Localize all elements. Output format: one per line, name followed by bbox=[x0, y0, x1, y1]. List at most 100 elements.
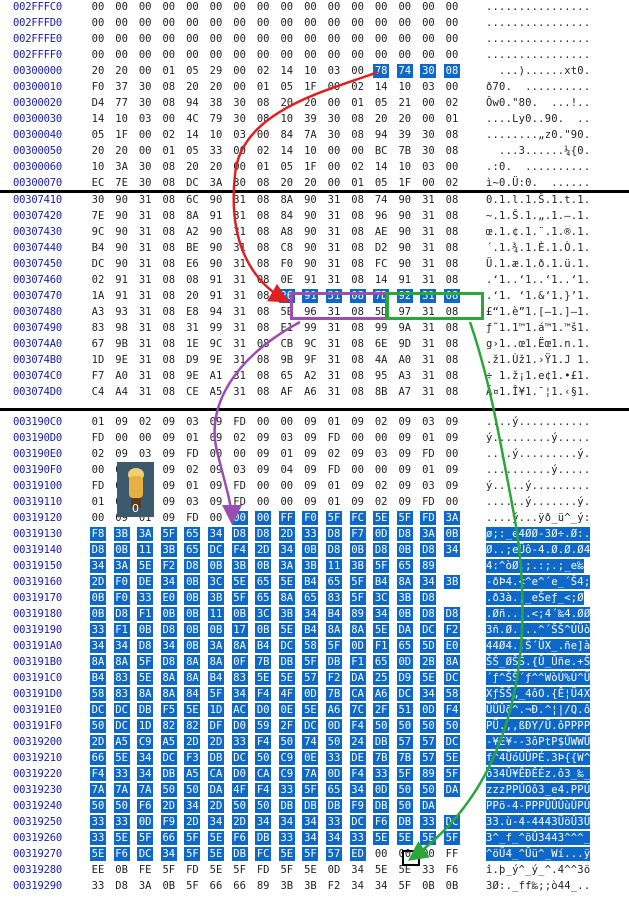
hex-byte[interactable]: 33 bbox=[326, 815, 342, 829]
hex-byte[interactable]: F4 bbox=[255, 783, 272, 797]
hex-byte[interactable]: 08 bbox=[161, 289, 177, 303]
hex-byte[interactable]: 91 bbox=[397, 273, 413, 287]
hex-byte[interactable]: 31 bbox=[420, 369, 436, 383]
hex-byte[interactable]: 00 bbox=[420, 112, 436, 126]
hex-byte[interactable]: 05 bbox=[373, 176, 389, 190]
ascii-column[interactable]: 3ñ.Ø....^´ŠŠ^ÚÜò bbox=[486, 623, 591, 637]
hex-byte[interactable]: 09 bbox=[444, 415, 460, 429]
hex-byte[interactable]: 00 bbox=[397, 48, 413, 62]
hex-byte[interactable]: 5E bbox=[208, 863, 224, 877]
ascii-column[interactable]: ^öÜ4_^Ûü^_Wí...ÿ bbox=[486, 847, 591, 861]
hex-byte[interactable]: 1F bbox=[302, 160, 318, 174]
hex-byte[interactable]: 08 bbox=[161, 80, 177, 94]
hex-byte[interactable]: FD bbox=[90, 431, 106, 445]
hex-byte[interactable]: 00 bbox=[350, 48, 366, 62]
hex-byte[interactable]: 9B bbox=[114, 337, 130, 351]
hex-byte[interactable]: CA bbox=[349, 687, 366, 701]
hex-byte[interactable]: 3B bbox=[444, 575, 460, 589]
hex-byte[interactable]: A3 bbox=[90, 305, 106, 319]
hex-byte[interactable]: 00 bbox=[420, 96, 436, 110]
hex-byte[interactable]: 1F bbox=[302, 80, 318, 94]
hex-byte[interactable]: 30 bbox=[137, 160, 153, 174]
hex-byte[interactable]: 31 bbox=[137, 385, 153, 399]
hex-byte[interactable]: 08 bbox=[161, 337, 177, 351]
hex-byte[interactable]: 08 bbox=[255, 193, 271, 207]
ascii-column[interactable]: ......ý.......ý. bbox=[486, 495, 590, 509]
hex-byte[interactable]: 31 bbox=[326, 273, 342, 287]
ascii-column[interactable]: ì~0.Ü:0. ...... bbox=[486, 176, 590, 190]
hex-byte[interactable]: 5F bbox=[444, 767, 460, 781]
hex-byte[interactable]: 01 bbox=[326, 479, 342, 493]
hex-byte[interactable]: 09 bbox=[350, 479, 366, 493]
hex-byte[interactable]: 0B bbox=[208, 623, 224, 637]
hex-byte[interactable]: 0B bbox=[90, 607, 106, 621]
hex-byte[interactable]: 02 bbox=[373, 495, 389, 509]
hex-byte[interactable]: 01 bbox=[255, 80, 271, 94]
hex-byte[interactable]: 00 bbox=[114, 48, 130, 62]
hex-byte[interactable]: 77 bbox=[114, 96, 130, 110]
hex-byte[interactable]: 8A bbox=[444, 655, 460, 669]
hex-byte[interactable]: 00 bbox=[420, 32, 436, 46]
hex-byte[interactable]: 6E bbox=[373, 337, 389, 351]
hex-byte[interactable]: 00 bbox=[137, 128, 153, 142]
hex-byte[interactable]: 08 bbox=[350, 353, 366, 367]
hex-byte[interactable]: 90 bbox=[397, 225, 413, 239]
hex-byte[interactable]: 08 bbox=[350, 241, 366, 255]
hex-byte[interactable]: 1D bbox=[137, 719, 154, 733]
hex-byte[interactable]: 00 bbox=[232, 32, 248, 46]
hex-byte[interactable]: 91 bbox=[208, 289, 224, 303]
hex-byte[interactable]: 33 bbox=[208, 144, 224, 158]
hex-byte[interactable]: 7A bbox=[302, 767, 319, 781]
hex-byte[interactable]: 34 bbox=[184, 799, 201, 813]
hex-byte[interactable]: 08 bbox=[444, 209, 460, 223]
hex-byte[interactable]: 5F bbox=[184, 831, 201, 845]
hex-byte[interactable]: 11 bbox=[208, 607, 224, 621]
hex-byte[interactable]: 66 bbox=[232, 879, 248, 893]
hex-byte[interactable]: 0B bbox=[184, 591, 201, 605]
hex-byte[interactable]: DC bbox=[90, 703, 106, 717]
hex-byte[interactable]: FD bbox=[326, 431, 342, 445]
hex-byte[interactable]: 2D bbox=[208, 735, 224, 749]
hex-byte[interactable]: 0D bbox=[373, 527, 390, 541]
hex-byte[interactable]: 08 bbox=[350, 337, 366, 351]
hex-byte[interactable]: 0B bbox=[208, 559, 224, 573]
hex-byte[interactable]: 31 bbox=[137, 305, 153, 319]
hex-byte[interactable]: 10 bbox=[90, 160, 106, 174]
hex-byte[interactable]: A0 bbox=[397, 353, 413, 367]
hex-byte[interactable]: 08 bbox=[444, 385, 460, 399]
hex-byte[interactable]: 31 bbox=[420, 241, 436, 255]
hex-byte[interactable]: 90 bbox=[114, 225, 130, 239]
hex-byte[interactable]: 33 bbox=[231, 735, 248, 749]
hex-byte[interactable]: 08 bbox=[444, 321, 460, 335]
hex-byte[interactable]: 65 bbox=[326, 783, 342, 797]
hex-byte[interactable]: 02 bbox=[444, 176, 460, 190]
hex-byte[interactable]: C4 bbox=[90, 385, 106, 399]
hex-byte[interactable]: 00 bbox=[232, 447, 248, 461]
hex-byte[interactable]: 00 bbox=[350, 463, 366, 477]
hex-byte[interactable]: 5E bbox=[208, 847, 224, 861]
hex-byte[interactable]: 8A bbox=[208, 655, 224, 669]
hex-byte[interactable]: 34 bbox=[208, 815, 224, 829]
hex-byte[interactable]: 31 bbox=[232, 273, 248, 287]
hex-byte[interactable]: 0B bbox=[444, 879, 460, 893]
hex-byte[interactable]: 50 bbox=[90, 719, 106, 733]
hex-byte[interactable]: 08 bbox=[350, 369, 366, 383]
hex-byte[interactable]: 30 bbox=[420, 128, 436, 142]
hex-byte[interactable]: 8B bbox=[373, 385, 389, 399]
hex-byte[interactable]: 90 bbox=[208, 225, 224, 239]
hex-byte[interactable]: 30 bbox=[420, 144, 436, 158]
hex-byte[interactable]: AE bbox=[373, 225, 389, 239]
ascii-column[interactable]: f^4ÜóÛÜPÉ.3Þ{{W^ bbox=[486, 751, 591, 765]
hex-byte[interactable]: 0E bbox=[278, 703, 295, 717]
hex-byte[interactable]: 2D bbox=[231, 815, 248, 829]
hex-byte[interactable]: 0B bbox=[302, 543, 319, 557]
hex-byte[interactable]: 08 bbox=[350, 273, 366, 287]
hex-byte[interactable]: 00 bbox=[444, 447, 460, 461]
hex-byte[interactable]: FD bbox=[420, 495, 436, 509]
hex-byte[interactable]: DC bbox=[160, 751, 177, 765]
hex-byte[interactable]: 31 bbox=[420, 257, 436, 271]
hex-byte[interactable]: 31 bbox=[420, 273, 436, 287]
hex-byte[interactable]: 00 bbox=[279, 415, 295, 429]
hex-byte[interactable]: 00 bbox=[350, 0, 366, 14]
hex-byte[interactable]: 3B bbox=[302, 879, 318, 893]
